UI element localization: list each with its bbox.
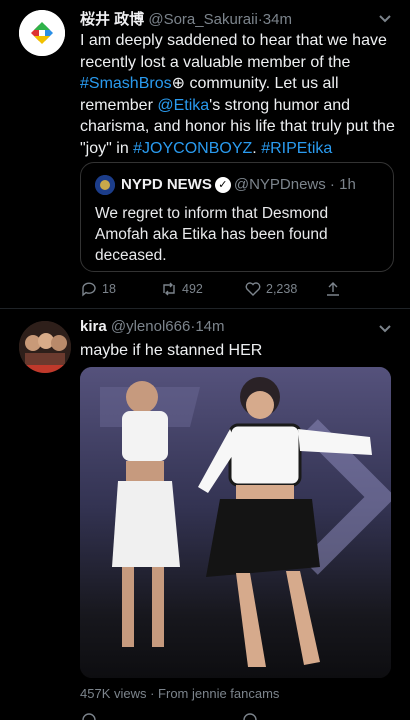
share-icon <box>327 282 339 296</box>
nypd-avatar <box>95 175 115 195</box>
verified-badge-icon: ✓ <box>214 177 231 193</box>
chevron-down-icon[interactable] <box>378 324 392 334</box>
quoted-tweet-text: We regret to inform that Desmond Amofah … <box>95 205 329 264</box>
heart-icon <box>245 282 261 296</box>
display-name[interactable]: kira <box>80 318 107 335</box>
quoted-tweet[interactable]: NYPD NEWS ✓ @NYPDnews · 1h We regret to in… <box>80 162 394 272</box>
quoted-handle: @NYPDnews <box>233 175 326 193</box>
share-button[interactable] <box>324 280 342 298</box>
tweet-link[interactable]: #SmashBros <box>80 75 172 92</box>
chevron-down-icon[interactable] <box>378 14 392 24</box>
retweet-icon <box>163 282 175 296</box>
tweet-divider <box>0 308 410 309</box>
tweet-header: 桜井 政博 @Sora_Sakuraii·34m <box>80 8 292 29</box>
tweet-link[interactable]: #JOYCONBOYZ <box>133 140 252 157</box>
quoted-timestamp: 1h <box>339 175 356 193</box>
dot-separator: · <box>325 175 340 193</box>
timestamp[interactable]: 14m <box>195 318 224 335</box>
handle[interactable]: @ylenol666 <box>111 318 190 335</box>
smash-logo-icon <box>19 10 65 56</box>
timestamp[interactable]: 34m <box>263 11 292 28</box>
video-stats: 457K views · From jennie fancams <box>80 686 279 701</box>
view-count: 457K views <box>80 686 147 701</box>
dot-separator: · <box>146 686 159 701</box>
profile-photo-icon <box>19 321 71 373</box>
tweet-link[interactable]: #RIPEtika <box>261 140 332 157</box>
sakurai-avatar[interactable] <box>19 10 65 56</box>
tweet-text-segment: I am deeply saddened to hear that we hav… <box>80 32 387 71</box>
tweet-actions: 18 492 2,238 <box>80 280 370 302</box>
tweet-text: I am deeply saddened to hear that we hav… <box>80 30 398 159</box>
like-count: 2,238 <box>266 282 298 296</box>
video-media[interactable] <box>80 367 391 678</box>
quoted-display-name: NYPD NEWS <box>121 175 212 193</box>
tweet-link[interactable]: @Etika <box>157 97 209 114</box>
reply-button[interactable]: 18 <box>80 280 116 298</box>
tweet-text-segment: . <box>252 139 262 157</box>
retweet-count: 492 <box>182 282 203 296</box>
like-button[interactable]: 2,238 <box>244 280 297 298</box>
video-source[interactable]: From jennie fancams <box>158 686 279 701</box>
tweet-header: kira @ylenol666·14m <box>80 318 225 335</box>
reply-count: 18 <box>102 282 116 296</box>
tweet-text: maybe if he stanned HER <box>80 342 263 359</box>
handle[interactable]: @Sora_Sakuraii <box>148 11 257 28</box>
display-name[interactable]: 桜井 政博 <box>80 11 144 28</box>
retweet-button[interactable]: 492 <box>160 280 203 298</box>
video-thumbnail <box>80 367 391 678</box>
tweet-actions-partial <box>82 713 257 720</box>
kira-avatar[interactable] <box>19 321 71 373</box>
police-badge-icon <box>95 175 115 195</box>
reply-icon <box>82 282 96 297</box>
quoted-tweet-header: NYPD NEWS ✓ @NYPDnews · 1h <box>95 175 356 195</box>
